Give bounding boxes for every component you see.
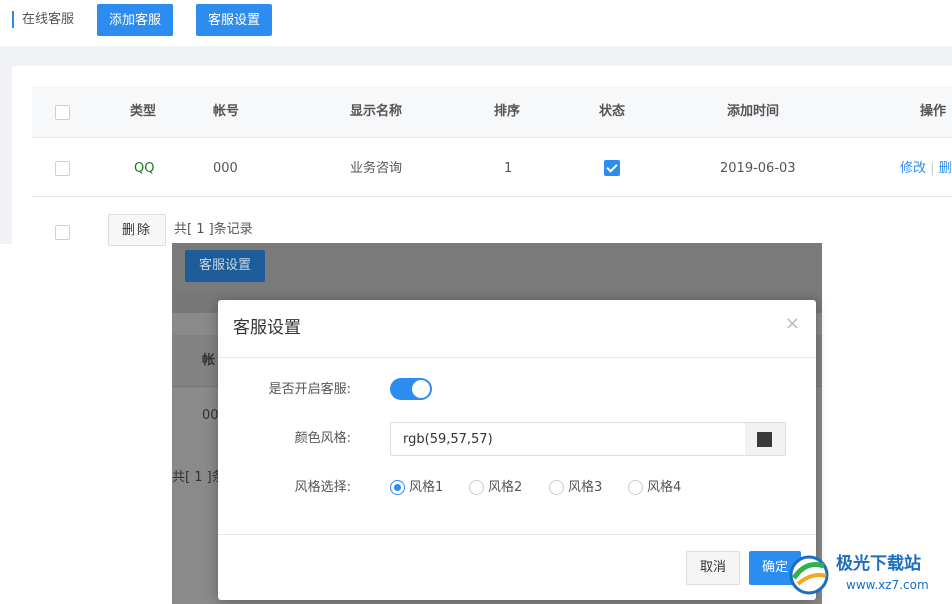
row-account: 000 (213, 161, 238, 176)
style-option-label: 风格1 (409, 480, 444, 495)
column-header-status: 状态 (599, 104, 626, 119)
backdrop-toolbar: 客服设置 (172, 243, 822, 293)
footer-select-checkbox[interactable] (55, 225, 70, 240)
radio-icon (628, 480, 643, 495)
dialog-title: 客服设置 (233, 318, 301, 338)
row-status-checkbox[interactable] (604, 160, 620, 176)
toggle-knob (412, 380, 430, 398)
row-type: QQ (134, 161, 155, 176)
table-header: 类型 帐号 显示名称 排序 状态 添加时间 操作 (32, 86, 952, 138)
backdrop-settings-button: 客服设置 (185, 250, 265, 282)
enable-service-label: 是否开启客服: (268, 382, 351, 397)
column-header-added-time: 添加时间 (727, 104, 780, 119)
enable-service-toggle[interactable] (390, 378, 432, 400)
dialog-header: 客服设置 × (218, 300, 816, 358)
color-swatch (757, 432, 772, 447)
page-title: 在线客服 (22, 12, 75, 27)
radio-icon (469, 480, 484, 495)
aurora-logo-icon (789, 555, 829, 595)
row-checkbox[interactable] (55, 161, 70, 176)
dialog-footer: 取消 确定 (218, 534, 816, 600)
color-style-input[interactable] (390, 422, 746, 456)
content-left-gutter (0, 46, 12, 244)
style-option-label: 风格2 (488, 480, 523, 495)
style-option-label: 风格4 (647, 480, 682, 495)
action-separator: | (930, 161, 935, 176)
delete-link[interactable]: 删 (939, 161, 952, 176)
row-added-time: 2019-06-03 (720, 161, 796, 176)
title-accent-bar (12, 11, 14, 28)
watermark-logo: 极光下载站 www.xz7.com (786, 548, 952, 602)
top-toolbar: 在线客服 添加客服 客服设置 (0, 0, 952, 46)
add-service-button[interactable]: 添加客服 (97, 4, 174, 36)
radio-icon (549, 480, 564, 495)
color-picker-button[interactable] (745, 422, 786, 456)
cancel-button[interactable]: 取消 (686, 551, 740, 585)
watermark-text: 极光下载站 (836, 554, 921, 574)
column-header-account: 帐号 (213, 104, 240, 119)
style-option-label: 风格3 (568, 480, 603, 495)
backdrop-account-value: 00 (202, 408, 219, 423)
row-order: 1 (504, 161, 513, 176)
select-all-checkbox[interactable] (55, 105, 70, 120)
radio-selected-icon (390, 480, 405, 495)
column-header-actions: 操作 (920, 104, 947, 119)
table-row: QQ 000 业务咨询 1 2019-06-03 修改 | 删 (32, 139, 952, 197)
watermark-url: www.xz7.com (846, 578, 929, 592)
close-icon[interactable]: × (785, 314, 800, 334)
column-header-order: 排序 (494, 104, 521, 119)
edit-link[interactable]: 修改 (900, 161, 926, 176)
column-header-display-name: 显示名称 (350, 104, 403, 119)
backdrop-account-header: 帐 (202, 353, 216, 368)
service-settings-button[interactable]: 客服设置 (196, 4, 273, 36)
row-display-name: 业务咨询 (350, 161, 403, 176)
row-actions: 修改 | 删 (900, 161, 952, 177)
service-settings-dialog: 客服设置 × 是否开启客服: 颜色风格: 风格选择: 风格1 风格2 风格3 风… (218, 300, 816, 600)
style-select-label: 风格选择: (294, 480, 351, 495)
total-records: 共[ 1 ]条记录 (174, 222, 253, 237)
delete-button[interactable]: 删除 (108, 214, 166, 246)
column-header-type: 类型 (130, 104, 157, 119)
content-divider (0, 46, 952, 66)
color-style-label: 颜色风格: (294, 431, 351, 446)
